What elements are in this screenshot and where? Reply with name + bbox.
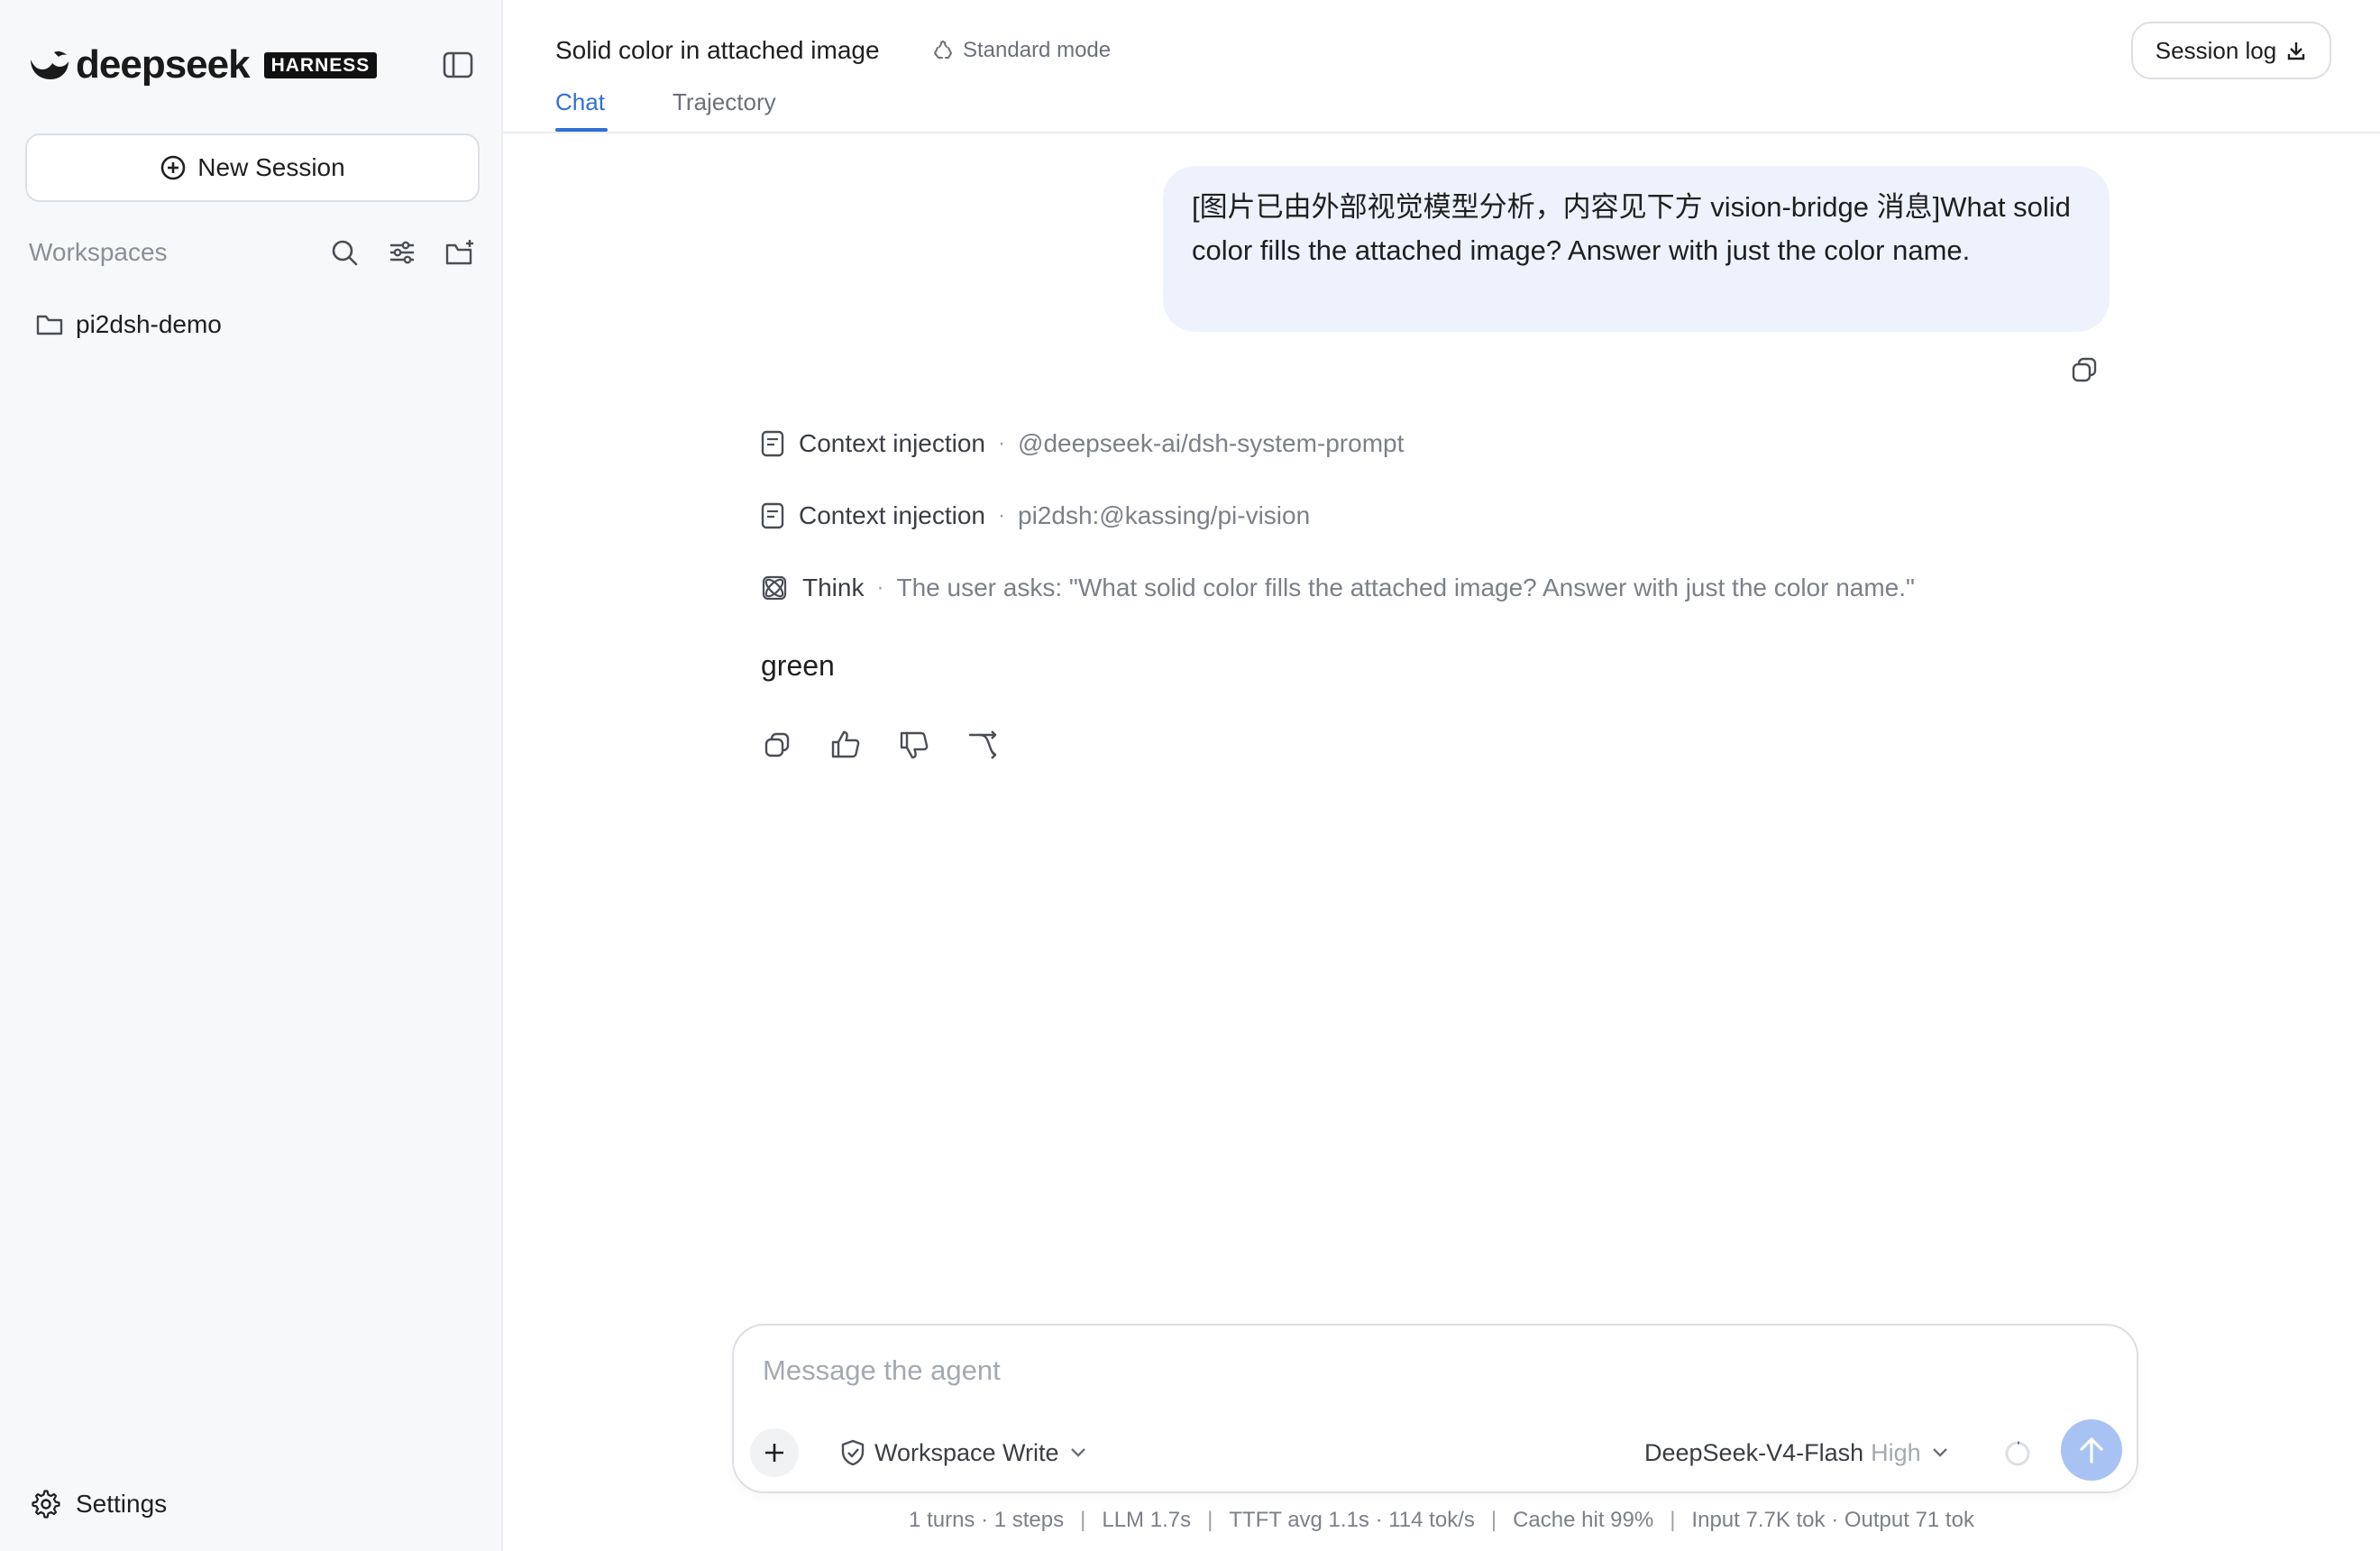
user-message: [图片已由外部视觉模型分析，内容见下方 vision-bridge 消息]Wha… [1163, 166, 2110, 332]
message-composer: Workspace Write DeepSeek-V4-Flash High [732, 1324, 2138, 1493]
workspaces-header: Workspaces [29, 231, 480, 274]
whale-logo-icon [31, 51, 69, 79]
stat-ttft: TTFT avg 1.1s · 114 tok/s [1229, 1508, 1475, 1532]
step-separator: · [876, 575, 884, 600]
search-workspaces-button[interactable] [325, 233, 364, 272]
sidebar: deepseek HARNESS New Session Workspaces [0, 0, 503, 1551]
new-session-label: New Session [197, 153, 345, 181]
filter-workspaces-button[interactable] [382, 233, 422, 272]
sidebar-panel-icon [443, 51, 473, 78]
atom-icon [762, 575, 787, 601]
copy-answer-button[interactable] [757, 725, 797, 765]
download-icon [2288, 42, 2305, 60]
shield-check-icon [841, 1439, 865, 1466]
session-stats: 1 turns · 1 steps | LLM 1.7s | TTFT avg 1.1s… [909, 1508, 1974, 1532]
top-header: Solid color in attached image Standard m… [503, 0, 2380, 133]
logo-badge: HARNESS [263, 51, 378, 78]
thumbs-down-button[interactable] [894, 725, 934, 765]
copy-user-message-button[interactable] [2066, 352, 2102, 388]
step-separator: · [998, 503, 1006, 528]
arrow-up-icon [2080, 1437, 2103, 1464]
recycle-icon [934, 40, 952, 59]
stat-llm: LLM 1.7s [1102, 1508, 1192, 1532]
thumbs-up-button[interactable] [826, 725, 865, 765]
step-detail: The user asks: "What solid color fills t… [896, 574, 1915, 601]
document-icon [761, 502, 784, 529]
step-context-injection-2[interactable]: Context injection · pi2dsh:@kassing/pi-v… [761, 498, 1310, 534]
stat-turns: 1 turns · 1 steps [909, 1508, 1065, 1532]
copy-icon [764, 732, 790, 757]
workspaces-title: Workspaces [29, 238, 168, 266]
step-name: Context injection [799, 429, 986, 457]
branch-button[interactable] [963, 725, 1002, 765]
step-name: Context injection [799, 501, 986, 529]
settings-label: Settings [76, 1490, 168, 1518]
tab-chat[interactable]: Chat [555, 87, 605, 117]
thumbs-down-icon [900, 731, 929, 759]
plus-circle-icon [160, 155, 186, 180]
permission-dropdown[interactable]: Workspace Write [840, 1432, 1086, 1473]
step-think[interactable]: Think · The user asks: "What solid color… [761, 570, 1915, 606]
sidebar-toggle-button[interactable] [440, 47, 476, 83]
step-name: Think [802, 574, 865, 601]
step-detail: @deepseek-ai/dsh-system-prompt [1018, 429, 1405, 457]
plus-icon [765, 1444, 783, 1462]
add-workspace-button[interactable] [440, 233, 480, 272]
tab-trajectory[interactable]: Trajectory [673, 87, 776, 117]
assistant-answer: green [761, 649, 835, 682]
branch-icon [968, 730, 997, 759]
copy-icon [2072, 357, 2097, 382]
stat-tokens: Input 7.7K tok · Output 71 tok [1691, 1508, 1974, 1532]
logo-text: deepseek [76, 42, 251, 87]
chevron-down-icon [1070, 1448, 1085, 1457]
attach-button[interactable] [750, 1428, 799, 1477]
model-selector[interactable]: DeepSeek-V4-Flash High [1644, 1432, 1948, 1473]
new-session-button[interactable]: New Session [25, 133, 480, 202]
chevron-down-icon [1932, 1448, 1947, 1457]
model-name: DeepSeek-V4-Flash [1644, 1438, 1864, 1466]
folder-icon [36, 315, 63, 335]
step-context-injection-1[interactable]: Context injection · @deepseek-ai/dsh-sys… [761, 426, 1404, 462]
session-log-label: Session log [2155, 36, 2277, 64]
gear-icon [32, 1490, 60, 1519]
mode-label: Standard mode [963, 38, 1112, 62]
active-tab-indicator [555, 128, 608, 132]
settings-button[interactable]: Settings [31, 1484, 167, 1524]
logo: deepseek HARNESS [27, 42, 378, 87]
search-icon [332, 240, 358, 266]
workspace-item-pi2dsh-demo[interactable]: pi2dsh-demo [36, 305, 222, 344]
message-input[interactable] [763, 1344, 2097, 1398]
step-detail: pi2dsh:@kassing/pi-vision [1018, 501, 1311, 529]
message-actions [757, 725, 1031, 765]
workspace-item-label: pi2dsh-demo [76, 310, 222, 338]
sliders-icon [390, 241, 414, 264]
context-usage-ring-icon [2005, 1441, 2030, 1466]
mode-indicator: Standard mode [932, 34, 1111, 67]
folder-plus-icon [445, 240, 473, 265]
stat-cache: Cache hit 99% [1513, 1508, 1654, 1532]
session-log-button[interactable]: Session log [2131, 22, 2331, 79]
model-level: High [1871, 1438, 1921, 1466]
step-separator: · [998, 431, 1006, 455]
document-icon [761, 430, 784, 457]
thumbs-up-icon [831, 730, 860, 758]
page-title: Solid color in attached image [555, 36, 880, 64]
permission-label: Workspace Write [874, 1438, 1059, 1466]
send-button[interactable] [2061, 1419, 2122, 1481]
